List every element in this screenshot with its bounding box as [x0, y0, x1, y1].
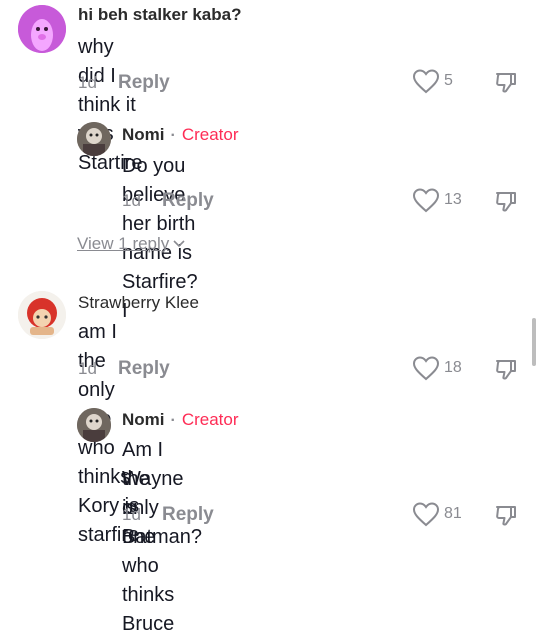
heart-icon — [412, 69, 440, 94]
like-count: 18 — [444, 359, 462, 376]
heart-icon — [412, 356, 440, 381]
comment-time: 1d — [78, 359, 97, 378]
avatar[interactable] — [18, 5, 66, 53]
creator-badge: Creator — [181, 125, 239, 144]
reply-username: Nomi · Creator — [122, 410, 239, 430]
avatar[interactable] — [77, 408, 111, 442]
like-button[interactable]: 5 — [412, 68, 453, 94]
like-button[interactable]: 13 — [412, 187, 462, 213]
thumbs-down-icon — [496, 506, 516, 526]
thumbs-down-icon — [496, 192, 516, 212]
dislike-button[interactable] — [494, 70, 518, 99]
dislike-button[interactable] — [494, 189, 518, 218]
username[interactable]: Nomi — [122, 410, 165, 429]
reply-button[interactable]: Reply — [162, 190, 214, 212]
like-button[interactable]: 81 — [412, 501, 462, 527]
thumbs-down-icon — [496, 360, 516, 380]
separator-dot: · — [170, 412, 176, 429]
heart-icon — [412, 502, 440, 527]
username[interactable]: Nomi — [122, 125, 165, 144]
reply-button[interactable]: Reply — [118, 72, 170, 94]
thumbs-down-icon — [496, 73, 516, 93]
chevron-down-icon — [173, 240, 185, 248]
avatar[interactable] — [77, 122, 111, 156]
view-replies-label: View 1 reply — [77, 234, 170, 253]
like-count: 5 — [444, 72, 453, 89]
separator-dot: · — [170, 127, 176, 144]
reply-button[interactable]: Reply — [162, 504, 214, 526]
creator-badge: Creator — [181, 410, 239, 429]
view-replies-button[interactable]: View 1 reply — [77, 234, 186, 254]
like-count: 13 — [444, 191, 462, 208]
like-count: 81 — [444, 505, 462, 522]
dislike-button[interactable] — [494, 503, 518, 532]
comment-time: 1d — [122, 191, 141, 210]
comment-username[interactable]: Strawberry Klee — [78, 293, 199, 313]
comment-time: 1d — [78, 73, 97, 92]
heart-icon — [412, 188, 440, 213]
dislike-button[interactable] — [494, 357, 518, 386]
like-button[interactable]: 18 — [412, 355, 462, 381]
comment-username[interactable]: hi beh stalker kaba? — [78, 5, 241, 25]
reply-button[interactable]: Reply — [118, 358, 170, 380]
comment-time: 1d — [122, 505, 141, 524]
avatar[interactable] — [18, 291, 66, 339]
scrollbar[interactable] — [532, 318, 536, 366]
reply-username: Nomi · Creator — [122, 125, 239, 145]
